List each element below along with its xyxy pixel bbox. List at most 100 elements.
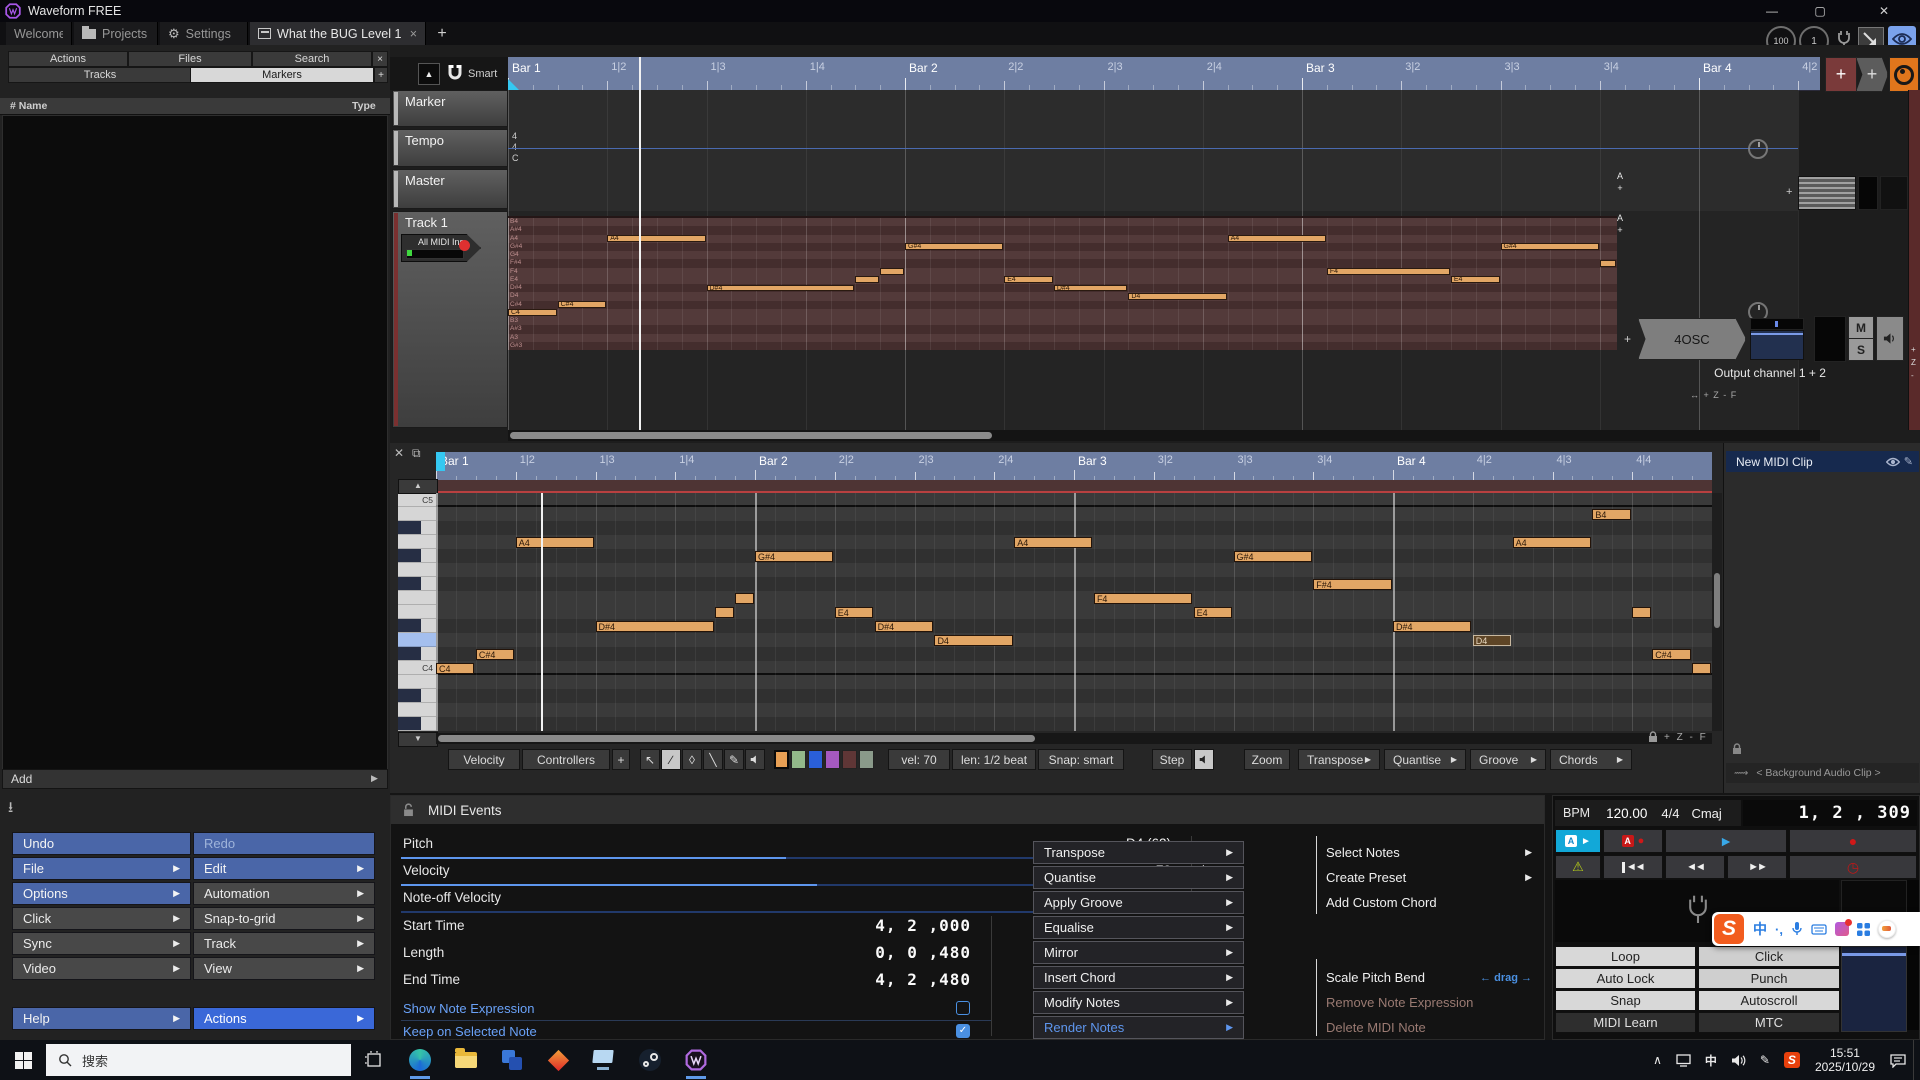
toggle-loop[interactable]: Loop — [1555, 946, 1696, 967]
mute-button[interactable]: M — [1848, 316, 1874, 339]
toggle-midi-learn[interactable]: MIDI Learn — [1555, 1012, 1696, 1033]
add-plugin-button[interactable]: + — [1856, 57, 1888, 92]
clip-note[interactable]: C#4 — [558, 301, 607, 308]
tray-pen-icon[interactable]: ✎ — [1760, 1053, 1770, 1067]
editor-vscrollbar[interactable] — [1712, 493, 1722, 731]
length-display[interactable]: len: 1/2 beat — [952, 749, 1036, 770]
taskbar-search-input[interactable]: 搜索 — [46, 1044, 351, 1076]
clip-note[interactable]: C4 — [508, 309, 557, 316]
midi-note-fs4-11[interactable]: F#4 — [1313, 579, 1391, 590]
plugin-4osc-button[interactable]: 4OSC — [1638, 318, 1746, 360]
menu-edit[interactable]: Edit▶ — [193, 857, 375, 880]
editor-hscroll-thumb[interactable] — [438, 735, 1035, 742]
channel-volume-fader[interactable] — [1750, 330, 1804, 360]
clip-note[interactable]: D4 — [1128, 293, 1226, 300]
clip-note[interactable]: A4 — [1228, 235, 1326, 242]
taskbar-app-edge[interactable] — [408, 1048, 432, 1072]
taskbar-app-diamond-app[interactable] — [546, 1048, 570, 1072]
midi-note-c4-0[interactable]: C4 — [436, 663, 474, 674]
bpm-value[interactable]: 120.00 — [1606, 806, 1647, 821]
maximize-button[interactable]: ▢ — [1800, 0, 1840, 22]
black-key-gs4[interactable] — [398, 549, 436, 563]
fader-line[interactable] — [1842, 953, 1906, 956]
midi-note-a4-13.5[interactable]: A4 — [1513, 537, 1591, 548]
note-action-scale-pitch-bend[interactable]: Scale Pitch Bend← drag → — [1326, 966, 1538, 989]
note-action-create-preset[interactable]: Create Preset▶ — [1326, 866, 1538, 889]
auto-play-button[interactable]: A► — [1555, 829, 1601, 853]
snap-mode-display[interactable]: Snap: smart — [1038, 749, 1124, 770]
editor-popout-icon[interactable]: ⧉ — [412, 446, 421, 461]
toggle-label-show-note-expression[interactable]: Show Note Expression — [403, 1001, 535, 1016]
velocity-tab[interactable]: Velocity — [448, 749, 520, 770]
black-key-cs4[interactable] — [398, 647, 436, 661]
keys-scroll-up-button[interactable]: ▲ — [398, 479, 438, 494]
midi-note-e4-9.5[interactable]: E4 — [1194, 607, 1232, 618]
note-menu-transpose[interactable]: Transpose▶ — [1033, 841, 1244, 864]
midi-note-ds4-12[interactable]: D#4 — [1393, 621, 1471, 632]
note-action-remove-note-expression[interactable]: Remove Note Expression — [1326, 991, 1538, 1014]
mic-icon[interactable] — [1791, 921, 1803, 937]
clip-note[interactable]: F4 — [1327, 268, 1450, 275]
browser-tab-search[interactable]: Search — [252, 51, 372, 67]
sogou-logo-icon[interactable]: S — [1714, 914, 1744, 944]
midi-note-e4-15[interactable] — [1632, 607, 1650, 618]
browser-tabs-close-icon[interactable]: × — [372, 51, 388, 67]
editor-hscrollbar[interactable] — [436, 733, 1712, 744]
editor-menu-groove[interactable]: Groove▶ — [1470, 749, 1546, 770]
key-value[interactable]: Cmaj — [1691, 806, 1721, 821]
taskbar-app-waveform[interactable] — [684, 1048, 708, 1072]
channel-zoom-row[interactable]: ↔ + Z - F — [1690, 390, 1737, 400]
play-button[interactable]: ► — [1665, 829, 1787, 853]
black-key-fs4[interactable] — [398, 577, 436, 591]
eraser-tool[interactable]: ◊ — [682, 749, 702, 770]
editor-menu-transpose[interactable]: Transpose▶ — [1298, 749, 1380, 770]
menu-click[interactable]: Click▶ — [12, 907, 191, 930]
tempo-display[interactable]: BPM 120.00 4/4 Cmaj — [1555, 800, 1741, 826]
auto-record-button[interactable]: A● — [1603, 829, 1663, 853]
master-add-icon[interactable]: + — [1786, 186, 1792, 198]
black-key-ds4[interactable] — [398, 619, 436, 633]
arrangement-hscroll-thumb[interactable] — [510, 432, 992, 439]
editor-close-icon[interactable]: ✕ — [394, 446, 404, 460]
ime-toolbar[interactable]: S 中 ·, — [1712, 912, 1920, 946]
pencil-icon[interactable]: ✎ — [1904, 455, 1913, 468]
add-lane-button[interactable]: + — [612, 749, 630, 770]
toggle-label-keep-on-selected-note[interactable]: Keep on Selected Note — [403, 1024, 537, 1039]
paint-tool[interactable]: ✎ — [724, 749, 744, 770]
note-action-select-notes[interactable]: Select Notes▶ — [1326, 841, 1538, 864]
monitor-record-button[interactable] — [1889, 57, 1919, 92]
countdown-clock-button[interactable]: ◷ — [1789, 855, 1917, 879]
time-value[interactable]: 4, 2 ,000 — [721, 916, 971, 935]
taskbar-app-monitor-app[interactable] — [592, 1048, 616, 1072]
midi-note-ds4-5.5[interactable]: D#4 — [875, 621, 933, 632]
clip-note[interactable]: E4 — [1004, 276, 1053, 283]
master-badge-add[interactable]: + — [1614, 183, 1626, 193]
master-volume-fader[interactable] — [1798, 176, 1856, 210]
magnet-snap-icon[interactable] — [446, 63, 464, 81]
velocity-display[interactable]: vel: 70 — [888, 749, 950, 770]
black-key-gs3[interactable] — [398, 717, 436, 731]
tray-display-icon[interactable] — [1676, 1054, 1691, 1067]
export-icon[interactable]: ⭳ — [8, 797, 13, 822]
swatch-green[interactable] — [791, 750, 806, 769]
editor-timeline-ruler[interactable]: Bar 11|21|31|4Bar 22|22|32|4Bar 33|23|33… — [436, 452, 1712, 480]
piano-roll-grid[interactable]: C4C#4A4D#4G#4E4D#4D4A4F4E4G#4F#4D#4D4A4B… — [436, 493, 1712, 731]
tray-sogou-icon[interactable]: S — [1784, 1052, 1800, 1068]
note-menu-apply-groove[interactable]: Apply Groove▶ — [1033, 891, 1244, 914]
controllers-tab[interactable]: Controllers — [522, 749, 610, 770]
sticker-icon[interactable] — [1878, 920, 1896, 938]
drag-hint[interactable]: ← drag → — [1480, 972, 1532, 984]
toggle-snap[interactable]: Snap — [1555, 990, 1696, 1011]
track1-badge-add[interactable]: + — [1614, 225, 1626, 235]
clip-note[interactable]: A4 — [607, 235, 705, 242]
white-key-c4[interactable]: C4 — [398, 661, 436, 675]
channel-add-icon[interactable]: + — [1624, 332, 1631, 346]
solo-button[interactable]: S — [1848, 338, 1874, 361]
toggle-punch[interactable]: Punch — [1698, 968, 1840, 989]
toolbox-grid-icon[interactable] — [1857, 923, 1870, 936]
clip-title-bar[interactable]: New MIDI Clip ✎ — [1726, 451, 1919, 472]
clip-note[interactable]: G#4 — [1501, 243, 1599, 250]
toggle-autoscroll[interactable]: Autoscroll — [1698, 990, 1840, 1011]
menu-options[interactable]: Options▶ — [12, 882, 191, 905]
note-menu-quantise[interactable]: Quantise▶ — [1033, 866, 1244, 889]
